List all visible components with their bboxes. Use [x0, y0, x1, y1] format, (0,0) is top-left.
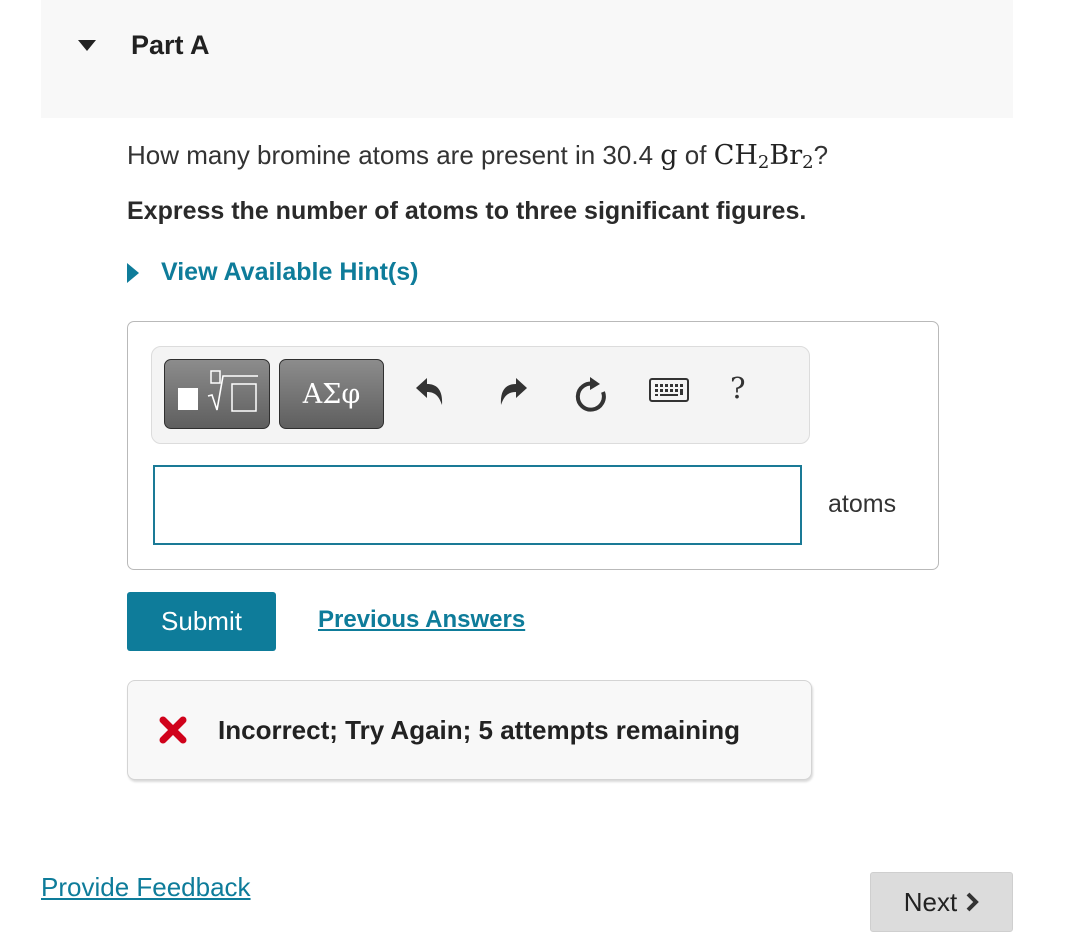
caret-right-icon	[127, 262, 139, 283]
view-hints-toggle[interactable]: View Available Hint(s)	[127, 258, 418, 287]
caret-down-icon[interactable]	[78, 40, 96, 52]
feedback-message: Incorrect; Try Again; 5 attempts remaini…	[218, 714, 741, 745]
greek-symbols-button[interactable]: ΑΣφ	[279, 359, 384, 429]
next-button[interactable]: Next	[870, 872, 1013, 932]
templates-radical-icon	[178, 370, 258, 412]
chevron-right-icon	[966, 892, 980, 912]
templates-button[interactable]	[164, 359, 270, 429]
question-prefix: How many bromine atoms are present in 30…	[127, 140, 661, 170]
redo-icon	[500, 378, 527, 405]
provide-feedback-link[interactable]: Provide Feedback	[41, 872, 251, 903]
keyboard-button[interactable]	[648, 375, 690, 405]
x-icon	[159, 716, 187, 744]
submit-button[interactable]: Submit	[127, 592, 276, 651]
formula-element-br: Br	[769, 140, 803, 171]
reset-button[interactable]	[572, 375, 610, 415]
help-icon: ?	[730, 371, 746, 405]
reset-icon	[575, 377, 606, 412]
question-suffix: ?	[813, 140, 829, 170]
greek-symbols-label: ΑΣφ	[302, 378, 361, 410]
next-label: Next	[903, 886, 958, 917]
instruction-text: Express the number of atoms to three sig…	[127, 197, 807, 225]
answer-input[interactable]	[153, 465, 802, 545]
formula-subscript: 2	[757, 152, 770, 173]
question-text: How many bromine atoms are present in 30…	[127, 140, 829, 173]
view-hints-label[interactable]: View Available Hint(s)	[161, 258, 418, 287]
help-button[interactable]: ?	[730, 371, 746, 405]
undo-icon	[416, 378, 443, 405]
math-toolbar: ΑΣφ ?	[151, 346, 810, 444]
answer-units: atoms	[828, 490, 897, 518]
formula-element-c-h: CH	[713, 140, 758, 171]
previous-answers-link[interactable]: Previous Answers	[318, 606, 525, 634]
mass-unit: g	[660, 140, 678, 171]
question-middle: of	[677, 140, 714, 170]
keyboard-icon	[649, 378, 689, 402]
redo-button[interactable]	[495, 375, 529, 409]
undo-button[interactable]	[414, 375, 448, 409]
formula-subscript: 2	[802, 152, 814, 173]
chemical-formula: CH2Br2	[713, 140, 814, 173]
part-title: Part A	[131, 30, 210, 60]
feedback-message-box: Incorrect; Try Again; 5 attempts remaini…	[127, 680, 812, 780]
